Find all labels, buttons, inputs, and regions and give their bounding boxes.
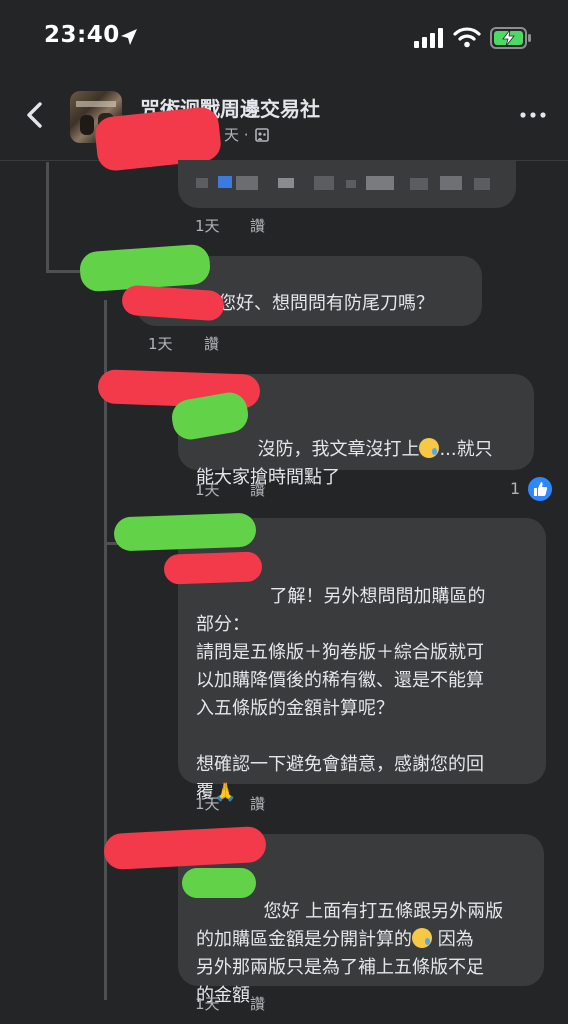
comment-text: 了解！另外想問問加購區的 部分： 請問是五條版＋狗卷版＋綜合版就可 以加購降價後… xyxy=(196,555,536,807)
like-button[interactable]: 讚 xyxy=(250,215,265,236)
comment-text-part: 沒防，我文章沒打上 xyxy=(257,439,420,460)
comment-text: 您好、想問問有防尾刀嗎？ xyxy=(218,293,434,314)
comment-time: 1天 xyxy=(195,995,220,1013)
thread-line-main xyxy=(46,162,49,272)
redacted-author xyxy=(121,284,225,322)
comment-time: 1天 xyxy=(195,481,220,499)
more-options-icon[interactable] xyxy=(518,102,548,128)
pixelated-comment-text xyxy=(196,174,496,192)
thumbs-up-icon xyxy=(534,482,548,496)
wifi-icon xyxy=(453,27,481,48)
crying-face-icon xyxy=(419,438,440,458)
redacted-author xyxy=(163,551,263,585)
like-button[interactable]: 讚 xyxy=(250,793,265,814)
comment-time: 1天 xyxy=(195,795,220,813)
post-meta: 天 · xyxy=(224,124,270,145)
like-reaction-badge[interactable] xyxy=(526,475,554,503)
cellular-signal-icon xyxy=(414,28,443,48)
like-button[interactable]: 讚 xyxy=(250,479,265,500)
like-count: 1 xyxy=(510,479,521,498)
like-button[interactable]: 讚 xyxy=(204,333,219,354)
battery-charging-icon xyxy=(490,27,531,49)
comment-time: 1天 xyxy=(195,217,220,235)
like-button[interactable]: 讚 xyxy=(250,993,265,1014)
redacted-author xyxy=(113,512,257,552)
thread-line-main-elbow xyxy=(46,270,80,273)
thread-line-reply xyxy=(104,300,107,1000)
back-chevron-icon[interactable] xyxy=(22,100,48,130)
status-time: 23:40 xyxy=(44,22,120,48)
post-time: 天 · xyxy=(224,126,249,144)
crying-face-icon xyxy=(412,928,432,948)
redacted-author xyxy=(182,868,256,898)
comment-text-body: 了解！另外想問問加購區的 部分： 請問是五條版＋狗卷版＋綜合版就可 以加購降價後… xyxy=(196,586,486,803)
location-arrow-icon xyxy=(121,29,137,45)
group-audience-icon xyxy=(255,128,270,142)
comment-time: 1天 xyxy=(148,335,173,353)
